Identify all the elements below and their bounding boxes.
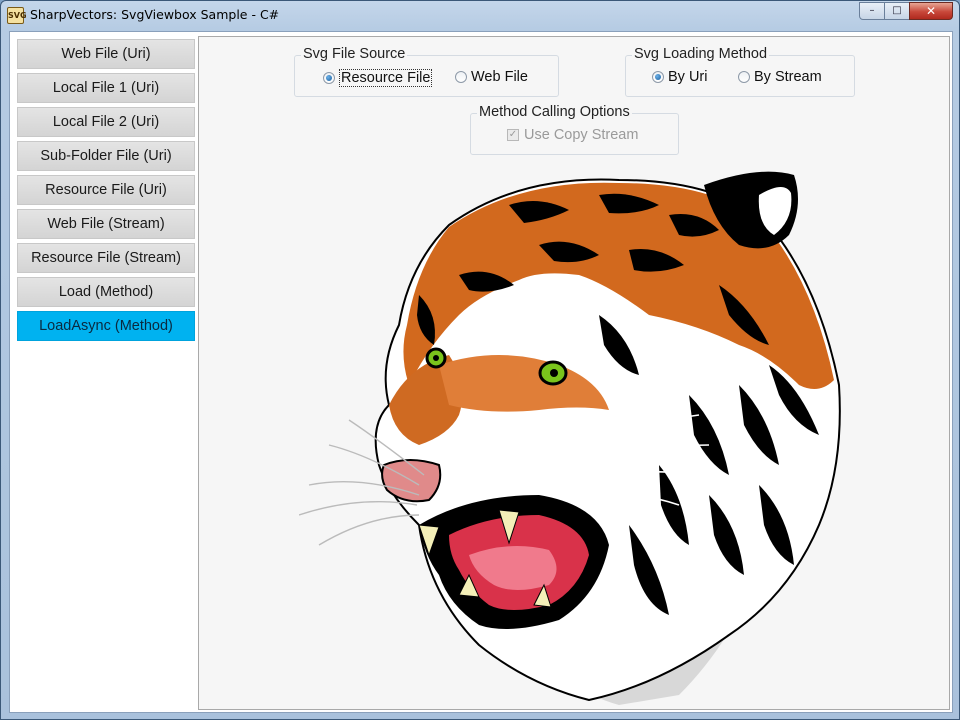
radio-checked-icon[interactable] (652, 71, 664, 83)
sidebar-item-resource-file-stream[interactable]: Resource File (Stream) (17, 243, 195, 273)
sidebar-item-load-method[interactable]: Load (Method) (17, 277, 195, 307)
main-window: SVG SharpVectors: SvgViewbox Sample - C#… (0, 0, 960, 720)
svg-loading-method-group: Svg Loading Method By Uri By Stream (625, 46, 855, 97)
window-title: SharpVectors: SvgViewbox Sample - C# (30, 7, 280, 22)
minimize-button[interactable]: – (859, 2, 885, 20)
svg-file-source-title: Svg File Source (301, 46, 408, 62)
web-file-label: Web File (471, 69, 528, 85)
by-uri-label: By Uri (668, 69, 708, 85)
maximize-button[interactable]: □ (884, 2, 910, 20)
sidebar-item-web-file-stream[interactable]: Web File (Stream) (17, 209, 195, 239)
checkmark-icon[interactable]: ✓ (507, 129, 519, 141)
sidebar-item-local-file-1-uri[interactable]: Local File 1 (Uri) (17, 73, 195, 103)
resource-file-radio[interactable]: Resource File (323, 69, 433, 87)
by-uri-radio[interactable]: By Uri (652, 69, 707, 85)
sidebar-item-sub-folder-file-uri[interactable]: Sub-Folder File (Uri) (17, 141, 195, 171)
sidebar: Web File (Uri) Local File 1 (Uri) Local … (10, 32, 198, 712)
sidebar-item-web-file-uri[interactable]: Web File (Uri) (17, 39, 195, 69)
close-button[interactable]: ✕ (909, 2, 953, 20)
web-file-radio[interactable]: Web File (455, 69, 528, 85)
by-stream-radio[interactable]: By Stream (738, 69, 822, 85)
radio-unchecked-icon[interactable] (738, 71, 750, 83)
radio-checked-icon[interactable] (323, 72, 335, 84)
client-area: Web File (Uri) Local File 1 (Uri) Local … (9, 31, 953, 713)
sidebar-item-local-file-2-uri[interactable]: Local File 2 (Uri) (17, 107, 195, 137)
sidebar-item-resource-file-uri[interactable]: Resource File (Uri) (17, 175, 195, 205)
radio-unchecked-icon[interactable] (455, 71, 467, 83)
title-bar[interactable]: SVG SharpVectors: SvgViewbox Sample - C#… (1, 1, 959, 29)
use-copy-stream-checkbox[interactable]: ✓ Use Copy Stream (507, 127, 638, 143)
app-icon[interactable]: SVG (7, 7, 27, 24)
svg-viewer-panel: Svg File Source Resource File Web File S… (198, 36, 950, 710)
method-calling-options-group: Method Calling Options ✓ Use Copy Stream (470, 104, 679, 155)
svg-file-source-group: Svg File Source Resource File Web File (294, 46, 559, 97)
method-calling-options-title: Method Calling Options (477, 104, 632, 120)
by-stream-label: By Stream (754, 69, 822, 85)
use-copy-stream-label: Use Copy Stream (524, 127, 639, 143)
sidebar-item-loadasync-method[interactable]: LoadAsync (Method) (17, 311, 195, 341)
tiger-image (299, 171, 841, 705)
resource-file-label: Resource File (339, 69, 433, 87)
caption-buttons: – □ ✕ (859, 2, 953, 20)
svg-loading-method-title: Svg Loading Method (632, 46, 770, 62)
